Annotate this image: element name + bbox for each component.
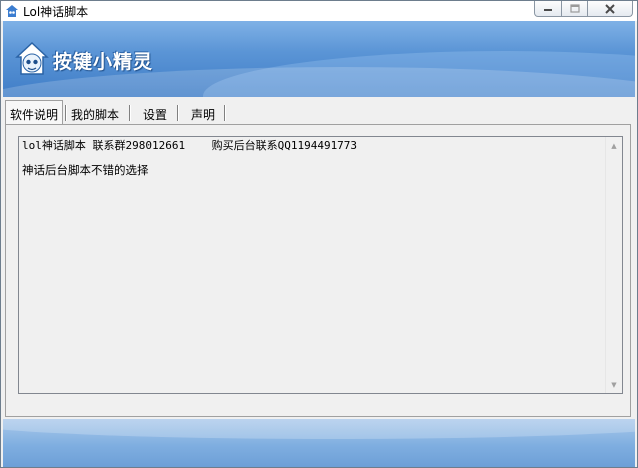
banner: 按键小精灵 (3, 21, 635, 97)
app-window: Lol神话脚本 按键小精灵 软件说明 我的脚本 设置 声明 lol神话脚本 联系… (0, 0, 638, 468)
tab-my-script[interactable]: 我的脚本2 (67, 101, 129, 137)
minimize-button[interactable] (534, 1, 562, 17)
maximize-icon (569, 4, 580, 13)
text-line: 神话后台脚本不错的选择 (22, 163, 149, 177)
maximize-button[interactable] (561, 1, 588, 17)
window-title: Lol神话脚本 (23, 5, 89, 19)
ghost-logo-icon (15, 41, 49, 75)
brand-title: 按键小精灵 (53, 51, 154, 73)
text-content: lol神话脚本 联系群298012661 购买后台联系QQ1194491773 … (22, 139, 602, 177)
bottom-decoration (3, 419, 635, 467)
bottom-wave (3, 419, 635, 439)
text-line: lol神话脚本 联系群298012661 购买后台联系QQ1194491773 (22, 139, 358, 152)
tab-separator (177, 105, 179, 121)
title-bar[interactable]: Lol神话脚本 (1, 1, 637, 21)
scroll-up-button[interactable]: ▲ (606, 137, 622, 154)
tab-label: 设置 (143, 108, 168, 122)
scroll-up-icon: ▲ (611, 141, 617, 150)
close-button[interactable] (587, 1, 633, 17)
tab-page: lol神话脚本 联系群298012661 购买后台联系QQ1194491773 … (5, 124, 631, 417)
tab-separator (129, 105, 131, 121)
tab-label: 声明 (191, 108, 216, 122)
tab-separator (224, 105, 226, 121)
scroll-down-button[interactable]: ▼ (606, 376, 622, 393)
app-icon (6, 5, 18, 17)
close-icon (605, 3, 615, 14)
tab-software-info[interactable]: 软件说明 (5, 100, 63, 125)
vertical-scrollbar[interactable]: ▲ ▼ (605, 137, 622, 393)
tab-statement[interactable]: 声明 (187, 101, 223, 124)
minimize-icon (544, 8, 552, 11)
tab-label: 软件说明 (10, 108, 59, 122)
tab-settings[interactable]: 设置 (139, 101, 175, 124)
scroll-down-icon: ▼ (611, 380, 617, 389)
description-textarea[interactable]: lol神话脚本 联系群298012661 购买后台联系QQ1194491773 … (18, 136, 623, 394)
